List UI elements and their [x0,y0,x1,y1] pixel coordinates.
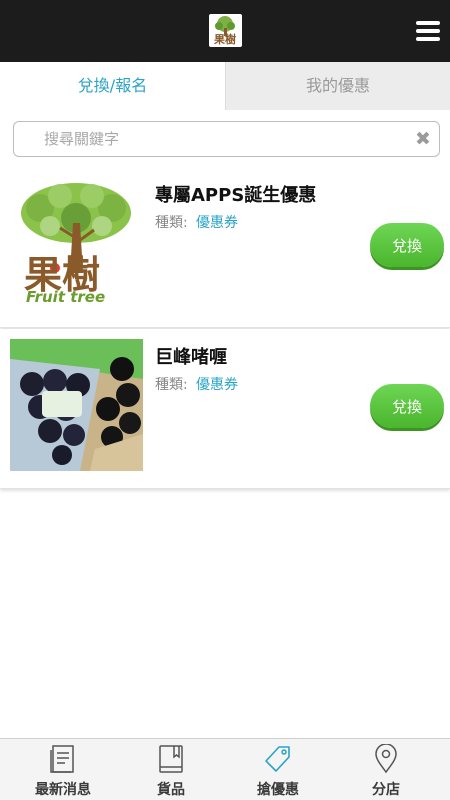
nav-products[interactable]: 貨品 [115,739,227,800]
location-pin-icon [375,744,397,774]
logo-english-text: Fruit tree [26,288,106,306]
app-logo[interactable]: 果樹 [209,14,242,47]
coupon-type-value[interactable]: 優惠券 [196,212,238,232]
nav-offers[interactable]: 搶優惠 [222,739,334,800]
coupon-title: 巨峰啫喱 [155,347,227,368]
coupon-card[interactable]: 巨峰啫喱 種類: 優惠券 兌換 [0,329,450,489]
bottom-navigation: 最新消息 貨品 搶優惠 分店 [0,738,450,800]
top-app-bar: 果樹 [0,0,450,62]
tab-bar: 兌換/報名 我的優惠 [0,62,450,110]
coupon-type-label: 種類: [155,215,188,231]
redeem-button[interactable]: 兌換 [370,384,444,428]
search-box: ✖ [13,121,440,157]
fruit-tree-brand-logo: 果樹 Fruit tree [10,178,143,310]
close-icon[interactable]: ✖ [413,129,433,149]
nav-label: 最新消息 [35,782,91,798]
tag-icon [265,746,290,772]
hamburger-menu-icon[interactable] [416,21,440,41]
nav-label: 搶優惠 [257,782,299,798]
logo-text: 果樹 [214,33,236,46]
grape-jelly-product-photo [10,339,143,471]
tab-my-offers[interactable]: 我的優惠 [225,62,450,110]
nav-news[interactable]: 最新消息 [7,739,119,800]
tab-redeem[interactable]: 兌換/報名 [0,62,225,110]
search-input[interactable] [14,122,404,156]
coupon-card[interactable]: 果樹 Fruit tree 專屬APPS誕生優惠 種類: 優惠券 兌換 [0,168,450,328]
redeem-button[interactable]: 兌換 [370,223,444,267]
news-icon [50,745,74,773]
nav-stores[interactable]: 分店 [330,739,442,800]
book-icon [159,745,183,773]
coupon-title: 專屬APPS誕生優惠 [155,185,317,206]
coupon-type-label: 種類: [155,377,188,393]
nav-label: 貨品 [157,782,185,798]
nav-label: 分店 [372,782,400,798]
coupon-type-value[interactable]: 優惠券 [196,374,238,394]
